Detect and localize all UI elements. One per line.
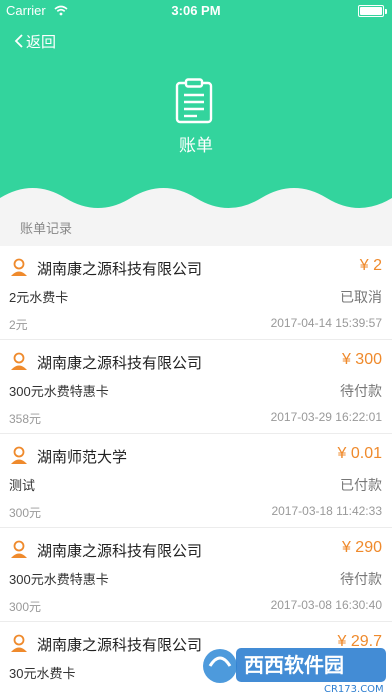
original-price: 2元 [9, 318, 28, 332]
header-banner: Carrier 3:06 PM 返回 账单 [0, 0, 392, 216]
watermark-logo: 西西软件园 CR173.COM [203, 648, 386, 695]
payment-status: 已付款 [340, 477, 382, 493]
back-button[interactable]: 返回 [14, 30, 56, 52]
chevron-left-icon [14, 34, 23, 48]
wave-divider [0, 188, 392, 216]
company-name: 湖南康之源科技有限公司 [37, 637, 203, 654]
bill-record[interactable]: 湖南康之源科技有限公司 ¥ 290 300元水费特惠卡 待付款 300元 201… [0, 528, 392, 622]
bill-amount: ¥ 290 [341, 539, 382, 556]
bill-record[interactable]: 湖南康之源科技有限公司 ¥ 2 2元水费卡 已取消 2元 2017-04-14 … [0, 246, 392, 340]
battery-icon [358, 5, 387, 17]
page-title: 账单 [179, 136, 213, 155]
payment-status: 待付款 [340, 571, 382, 587]
bill-record[interactable]: 湖南康之源科技有限公司 ¥ 300 300元水费特惠卡 待付款 358元 201… [0, 340, 392, 434]
section-label: 账单记录 [20, 221, 73, 236]
svg-text:西西软件园: 西西软件园 [244, 653, 344, 677]
user-icon [11, 634, 27, 652]
company-name: 湖南康之源科技有限公司 [37, 543, 203, 560]
clock: 3:06 PM [171, 3, 221, 18]
bill-record[interactable]: 湖南师范大学 ¥ 0.01 测试 已付款 300元 2017-03-18 11:… [0, 434, 392, 528]
original-price: 358元 [9, 412, 42, 426]
product-name: 30元水费卡 [9, 666, 76, 681]
bill-amount: ¥ 2 [359, 257, 382, 274]
product-name: 300元水费特惠卡 [9, 572, 109, 587]
order-datetime: 2017-03-08 16:30:40 [270, 598, 382, 612]
company-name: 湖南康之源科技有限公司 [37, 355, 203, 372]
product-name: 300元水费特惠卡 [9, 384, 109, 399]
user-icon [11, 258, 27, 276]
original-price: 300元 [9, 600, 42, 614]
original-price: 300元 [9, 506, 42, 520]
company-name: 湖南师范大学 [37, 449, 128, 466]
product-name: 2元水费卡 [9, 290, 69, 305]
user-icon [11, 352, 27, 370]
bill-icon [175, 78, 213, 124]
status-bar: Carrier 3:06 PM [0, 0, 392, 22]
order-datetime: 2017-03-18 11:42:33 [271, 504, 382, 518]
svg-text:CR173.COM: CR173.COM [324, 684, 384, 695]
bill-amount: ¥ 300 [341, 351, 382, 368]
bill-amount: ¥ 0.01 [337, 445, 382, 462]
company-name: 湖南康之源科技有限公司 [37, 261, 203, 278]
product-name: 测试 [9, 478, 36, 493]
payment-status: 已取消 [340, 289, 382, 305]
order-datetime: 2017-03-29 16:22:01 [270, 410, 382, 424]
payment-status: 待付款 [340, 383, 382, 399]
order-datetime: 2017-04-14 15:39:57 [270, 316, 382, 330]
back-label: 返回 [26, 33, 57, 51]
user-icon [11, 540, 27, 558]
user-icon [11, 446, 27, 464]
